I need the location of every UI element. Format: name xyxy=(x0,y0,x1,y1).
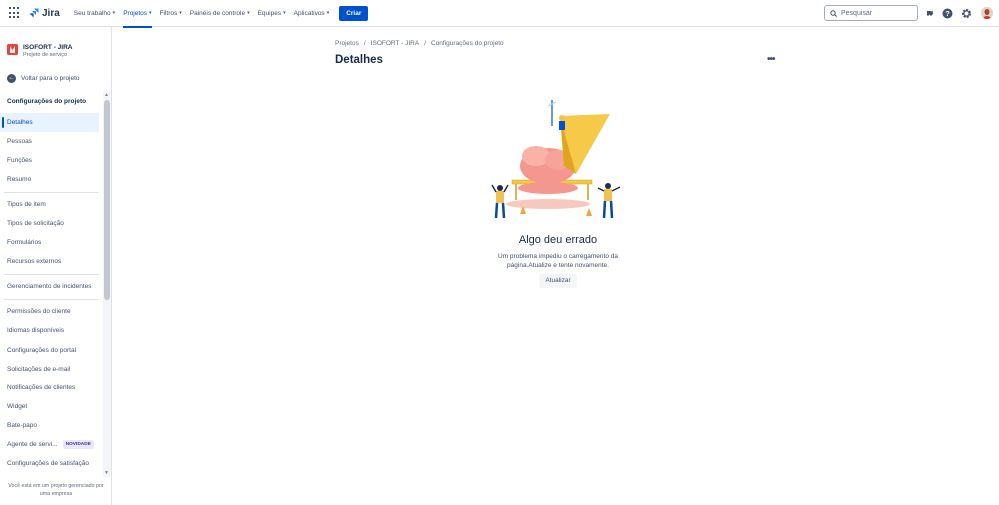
chevron-down-icon: ▾ xyxy=(179,10,182,16)
project-sidebar: ISOFORT - JIRA Projeto de serviço ← Volt… xyxy=(0,27,112,505)
search-icon xyxy=(830,9,837,17)
nav-teams[interactable]: Equipes ▾ xyxy=(258,0,286,27)
project-name: ISOFORT - JIRA xyxy=(23,44,73,51)
error-title: Algo deu errado xyxy=(518,234,598,246)
sidebar-item-widget[interactable]: Widget xyxy=(0,397,99,416)
sidebar-item-details[interactable]: Detalhes xyxy=(0,113,99,132)
jira-logo[interactable]: Jira xyxy=(29,8,60,19)
nav-dashboards[interactable]: Painéis de controle ▾ xyxy=(190,0,250,27)
divider xyxy=(4,192,99,193)
svg-text:?: ? xyxy=(945,9,950,18)
project-info: ISOFORT - JIRA Projeto de serviço xyxy=(23,44,72,58)
chevron-down-icon: ▾ xyxy=(149,10,152,16)
project-type: Projeto de serviço xyxy=(23,52,68,58)
sidebar-item-customer-permissions[interactable]: Permissões do cliente xyxy=(0,302,99,321)
nav-projects[interactable]: Projetos ▾ xyxy=(123,0,152,28)
create-button[interactable]: Criar xyxy=(339,5,369,21)
nav-apps[interactable]: Aplicativos ▾ xyxy=(294,0,330,27)
user-avatar[interactable] xyxy=(981,7,993,19)
nav-filters[interactable]: Filtros ▾ xyxy=(160,0,182,27)
breadcrumb-project[interactable]: ISOFORT - JIRA xyxy=(371,40,420,47)
divider xyxy=(4,274,99,275)
sidebar-item-summary[interactable]: Resumo xyxy=(0,170,99,189)
page-title: Detalhes xyxy=(335,54,383,66)
error-message: Um problema impediu o carregamento da pá… xyxy=(490,252,626,270)
breadcrumb-separator: / xyxy=(424,40,426,47)
back-label: Voltar para o projeto xyxy=(21,75,80,82)
chevron-down-icon: ▾ xyxy=(283,10,286,16)
scroll-up-icon[interactable]: ▲ xyxy=(104,92,109,98)
sidebar-item-incident-management[interactable]: Gerenciamento de incidentes xyxy=(0,277,99,296)
nav-label: Painéis de controle xyxy=(189,9,246,17)
search-input[interactable]: Pesquisar xyxy=(824,5,918,21)
breadcrumb-projects[interactable]: Projetos xyxy=(335,40,359,47)
sidebar-scrollbar[interactable]: ▲ ▼ xyxy=(103,91,111,477)
back-to-project-link[interactable]: ← Voltar para o projeto xyxy=(7,74,80,83)
project-avatar xyxy=(7,44,18,55)
avatar-image xyxy=(981,7,993,19)
jira-logo-icon xyxy=(29,8,39,18)
section-title: Configurações do projeto xyxy=(7,98,87,105)
sidebar-item-people[interactable]: Pessoas xyxy=(0,132,99,151)
top-navigation: Jira Seu trabalho ▾ Projetos ▾ Filtros ▾ Pa… xyxy=(0,0,999,28)
sidebar-item-issue-types[interactable]: Tipos de item xyxy=(0,195,99,214)
scrollbar-thumb[interactable] xyxy=(104,100,110,300)
sidebar-item-service-agent[interactable]: Agente de servi... NOVIDADE xyxy=(0,435,99,454)
sidebar-item-satisfaction-settings[interactable]: Configurações de satisfação xyxy=(0,454,99,473)
more-actions-button[interactable]: ••• xyxy=(767,54,775,65)
error-illustration xyxy=(491,100,621,219)
footer-line: Você está em um projeto gerenciado por xyxy=(8,483,104,489)
new-badge: NOVIDADE xyxy=(62,439,94,449)
footer-line: uma empresa xyxy=(39,491,73,497)
notifications-icon[interactable] xyxy=(924,8,935,19)
sidebar-item-external-resources[interactable]: Recursos externos xyxy=(0,252,99,271)
settings-icon[interactable] xyxy=(961,8,972,19)
nav-label: Seu trabalho xyxy=(73,9,111,17)
arrow-left-icon: ← xyxy=(7,74,16,83)
search-placeholder: Pesquisar xyxy=(841,9,873,17)
help-icon[interactable]: ? xyxy=(942,8,953,19)
nav-label: Projetos xyxy=(123,9,148,17)
sidebar-item-email-requests[interactable]: Solicitações de e-mail xyxy=(0,360,99,379)
scroll-down-icon[interactable]: ▼ xyxy=(104,470,109,476)
breadcrumb: Projetos / ISOFORT - JIRA / Configuraçõe… xyxy=(335,40,504,47)
sidebar-item-languages[interactable]: Idiomas disponíveis xyxy=(0,321,99,340)
project-icon xyxy=(7,44,18,55)
sidebar-item-label: Agente de servi... xyxy=(7,441,58,448)
sidebar-item-forms[interactable]: Formulários xyxy=(0,233,99,252)
nav-label: Equipes xyxy=(257,9,282,17)
breadcrumb-settings[interactable]: Configurações do projeto xyxy=(431,40,504,47)
app-switcher-icon[interactable] xyxy=(9,7,21,19)
project-header[interactable]: ISOFORT - JIRA Projeto de serviço xyxy=(7,44,72,58)
sidebar-item-customer-notifications[interactable]: Notificações de clientes xyxy=(0,378,99,397)
nav-label: Filtros xyxy=(159,9,178,17)
nav-label: Aplicativos xyxy=(293,9,325,17)
divider xyxy=(4,299,99,300)
managed-project-note: Você está em um projeto gerenciado por u… xyxy=(4,482,108,498)
chevron-down-icon: ▾ xyxy=(112,10,116,16)
chevron-down-icon: ▾ xyxy=(247,10,250,16)
sidebar-item-portal-settings[interactable]: Configurações do portal xyxy=(0,341,99,360)
error-message-line: página.Atualize e tente novamente. xyxy=(507,262,609,269)
sidebar-item-chat[interactable]: Bate-papo xyxy=(0,416,99,435)
sidebar-item-roles[interactable]: Funções xyxy=(0,151,99,170)
error-message-line: Um problema impediu o carregamento da xyxy=(498,253,618,260)
nav-your-work[interactable]: Seu trabalho ▾ xyxy=(74,0,115,27)
refresh-button[interactable]: Atualizar xyxy=(539,274,577,288)
sidebar-item-request-types[interactable]: Tipos de solicitação xyxy=(0,214,99,233)
logo-text: Jira xyxy=(42,7,60,19)
breadcrumb-separator: / xyxy=(363,40,366,47)
chevron-down-icon: ▾ xyxy=(326,10,330,16)
